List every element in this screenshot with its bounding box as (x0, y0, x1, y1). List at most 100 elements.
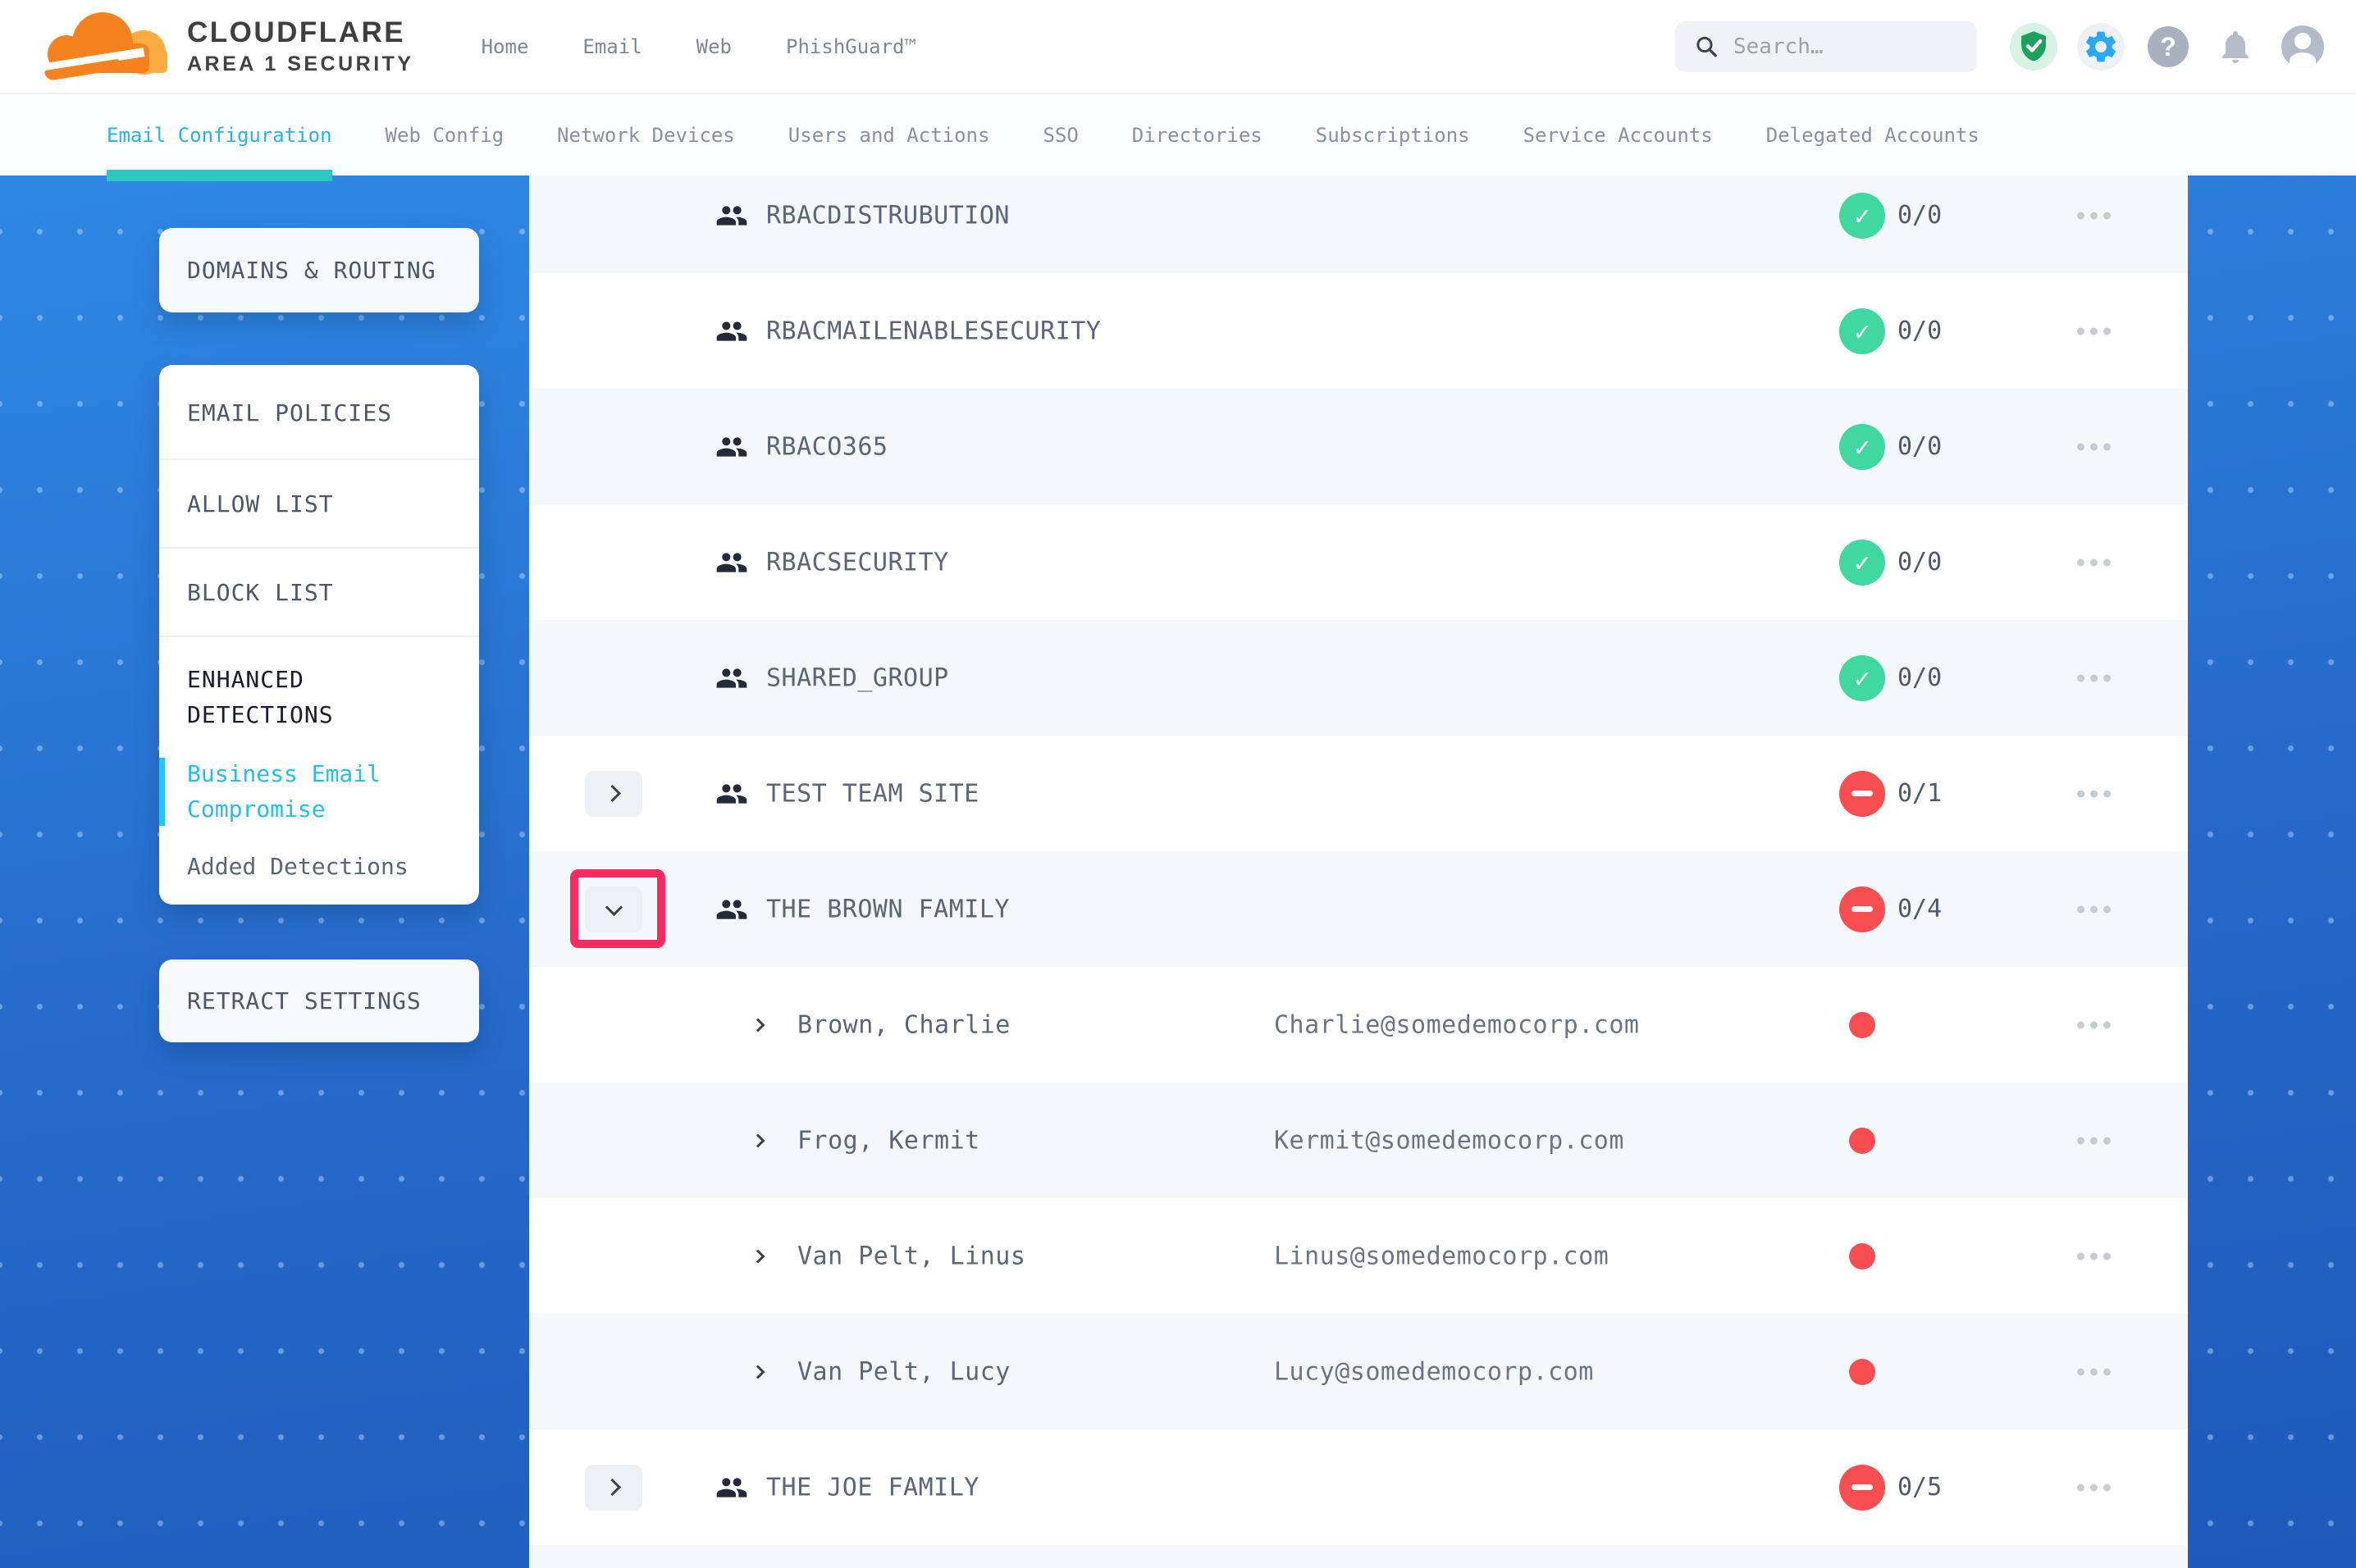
flag-dot-icon (1849, 1012, 1875, 1038)
sidebar-item-label: DOMAINS & ROUTING (187, 257, 436, 284)
nav-item-phishguard[interactable]: PhishGuard™ (786, 35, 916, 58)
group-row: RBACO365 ✓ 0/0 (529, 389, 2188, 504)
expand-button[interactable] (585, 1465, 642, 1511)
chevron-right-icon[interactable] (751, 1365, 765, 1379)
status-badge: ✓ (1839, 540, 1885, 586)
group-row: RBACSECURITY ✓ 0/0 (529, 504, 2188, 620)
row-menu-button[interactable] (2077, 327, 2111, 335)
sidebar-enhanced-detections-group: ENHANCED DETECTIONS Business Email Compr… (159, 637, 479, 884)
annotation-highlight-box (570, 869, 665, 948)
app-header: CLOUDFLARE AREA 1 SECURITY Home Email We… (0, 0, 2356, 94)
flag-dot-icon (1849, 1243, 1875, 1269)
tab-sso[interactable]: SSO (1043, 94, 1078, 175)
account-icon[interactable] (2279, 23, 2326, 71)
member-email: Kermit@somedemocorp.com (1274, 1126, 1624, 1155)
row-menu-button[interactable] (2077, 212, 2111, 219)
status-cell: ✓ 0/0 (1839, 424, 1942, 470)
group-name: RBACDISTRUBUTION (766, 201, 1010, 230)
cloudflare-cloud-icon (46, 11, 171, 83)
member-email: Lucy@somedemocorp.com (1274, 1357, 1594, 1386)
chevron-right-icon[interactable] (751, 1018, 765, 1032)
member-email: Linus@somedemocorp.com (1274, 1242, 1609, 1270)
tab-delegated-accounts[interactable]: Delegated Accounts (1766, 94, 1979, 175)
row-menu-button[interactable] (2077, 1137, 2111, 1144)
row-menu-button[interactable] (2077, 1484, 2111, 1491)
row-menu-button[interactable] (2077, 1252, 2111, 1260)
security-shield-icon[interactable] (2010, 23, 2057, 71)
group-row: TEST TEAM SITE 0/1 (529, 736, 2188, 851)
nav-item-home[interactable]: Home (482, 35, 529, 58)
status-cell (1839, 1012, 1885, 1038)
row-menu-button[interactable] (2077, 1368, 2111, 1375)
nav-item-web[interactable]: Web (696, 35, 732, 58)
sidebar-item-business-email-compromise[interactable]: Business Email Compromise (187, 756, 417, 827)
group-name: THE JOE FAMILY (766, 1473, 979, 1502)
notifications-bell-icon[interactable] (2212, 23, 2259, 71)
group-row: THE BROWN FAMILY 0/4 (529, 851, 2188, 967)
row-menu-button[interactable] (2077, 790, 2111, 797)
check-icon: ✓ (1854, 663, 1870, 694)
settings-gear-icon[interactable] (2077, 23, 2125, 71)
check-icon: ✓ (1854, 200, 1870, 231)
member-name: Frog, Kermit (797, 1126, 980, 1155)
group-people-icon (714, 777, 750, 810)
group-name: RBACMAILENABLESECURITY (766, 317, 1101, 345)
row-menu-button[interactable] (2077, 1021, 2111, 1028)
sidebar-email-policies-card: EMAIL POLICIES ALLOW LIST BLOCK LIST ENH… (159, 365, 479, 905)
flag-dot-icon (1849, 1128, 1875, 1154)
tab-email-configuration[interactable]: Email Configuration (107, 94, 332, 175)
group-row: THE JOE FAMILY 0/5 (529, 1429, 2188, 1545)
search-box[interactable] (1675, 21, 1977, 72)
status-count: 0/0 (1897, 548, 1942, 577)
status-cell: ✓ 0/0 (1839, 308, 1942, 354)
expand-button[interactable] (585, 771, 642, 817)
status-cell (1839, 1359, 1885, 1385)
group-people-icon (714, 1471, 750, 1504)
chevron-right-icon[interactable] (751, 1133, 765, 1147)
tab-network-devices[interactable]: Network Devices (557, 94, 735, 175)
sidebar-item-block-list[interactable]: BLOCK LIST (159, 549, 479, 637)
member-row: Van Pelt, Lucy Lucy@somedemocorp.com (529, 1314, 2188, 1429)
search-icon (1695, 33, 1719, 61)
group-row: RBACDISTRUBUTION ✓ 0/0 (529, 175, 2188, 273)
row-menu-button[interactable] (2077, 905, 2111, 913)
member-name: Van Pelt, Linus (797, 1242, 1025, 1270)
sidebar-item-retract-settings[interactable]: RETRACT SETTINGS (159, 959, 479, 1042)
sidebar-item-allow-list[interactable]: ALLOW LIST (159, 460, 479, 549)
tab-directories[interactable]: Directories (1132, 94, 1262, 175)
status-count: 0/5 (1897, 1473, 1942, 1502)
group-member-list: RBACDISTRUBUTION ✓ 0/0 RBACMAILENABLESEC… (529, 175, 2188, 1568)
tab-subscriptions[interactable]: Subscriptions (1316, 94, 1470, 175)
row-menu-button[interactable] (2077, 443, 2111, 450)
sidebar-item-added-detections[interactable]: Added Detections (187, 849, 417, 884)
sidebar-item-enhanced-detections[interactable]: ENHANCED DETECTIONS (187, 662, 400, 733)
row-menu-button[interactable] (2077, 674, 2111, 681)
member-name: Van Pelt, Lucy (797, 1357, 1011, 1386)
status-badge: ✓ (1839, 424, 1885, 470)
check-icon: ✓ (1854, 316, 1870, 347)
status-badge (1839, 887, 1885, 932)
status-cell: 0/1 (1839, 771, 1942, 817)
nav-item-email[interactable]: Email (582, 35, 642, 58)
check-icon: ✓ (1854, 547, 1870, 578)
status-count: 0/4 (1897, 895, 1942, 923)
group-name: SHARED_GROUP (766, 663, 949, 692)
sidebar-item-domains-routing[interactable]: DOMAINS & ROUTING (159, 228, 479, 312)
tab-users-and-actions[interactable]: Users and Actions (788, 94, 990, 175)
status-cell (1839, 1128, 1885, 1154)
member-row: Van Pelt, Linus Linus@somedemocorp.com (529, 1198, 2188, 1314)
search-input[interactable] (1733, 34, 1957, 59)
group-people-icon (714, 893, 750, 926)
group-people-icon (714, 199, 750, 232)
chevron-right-icon[interactable] (751, 1249, 765, 1263)
tab-web-config[interactable]: Web Config (386, 94, 505, 175)
status-cell: 0/5 (1839, 1465, 1942, 1511)
sidebar-item-email-policies[interactable]: EMAIL POLICIES (159, 367, 479, 460)
flag-dot-icon (1849, 1359, 1875, 1385)
tab-service-accounts[interactable]: Service Accounts (1523, 94, 1713, 175)
sidebar-item-label: RETRACT SETTINGS (187, 987, 422, 1014)
cloudflare-logo: CLOUDFLARE AREA 1 SECURITY (46, 11, 414, 83)
table-row-partial (529, 1545, 2188, 1568)
help-icon[interactable]: ? (2144, 23, 2192, 71)
row-menu-button[interactable] (2077, 558, 2111, 566)
